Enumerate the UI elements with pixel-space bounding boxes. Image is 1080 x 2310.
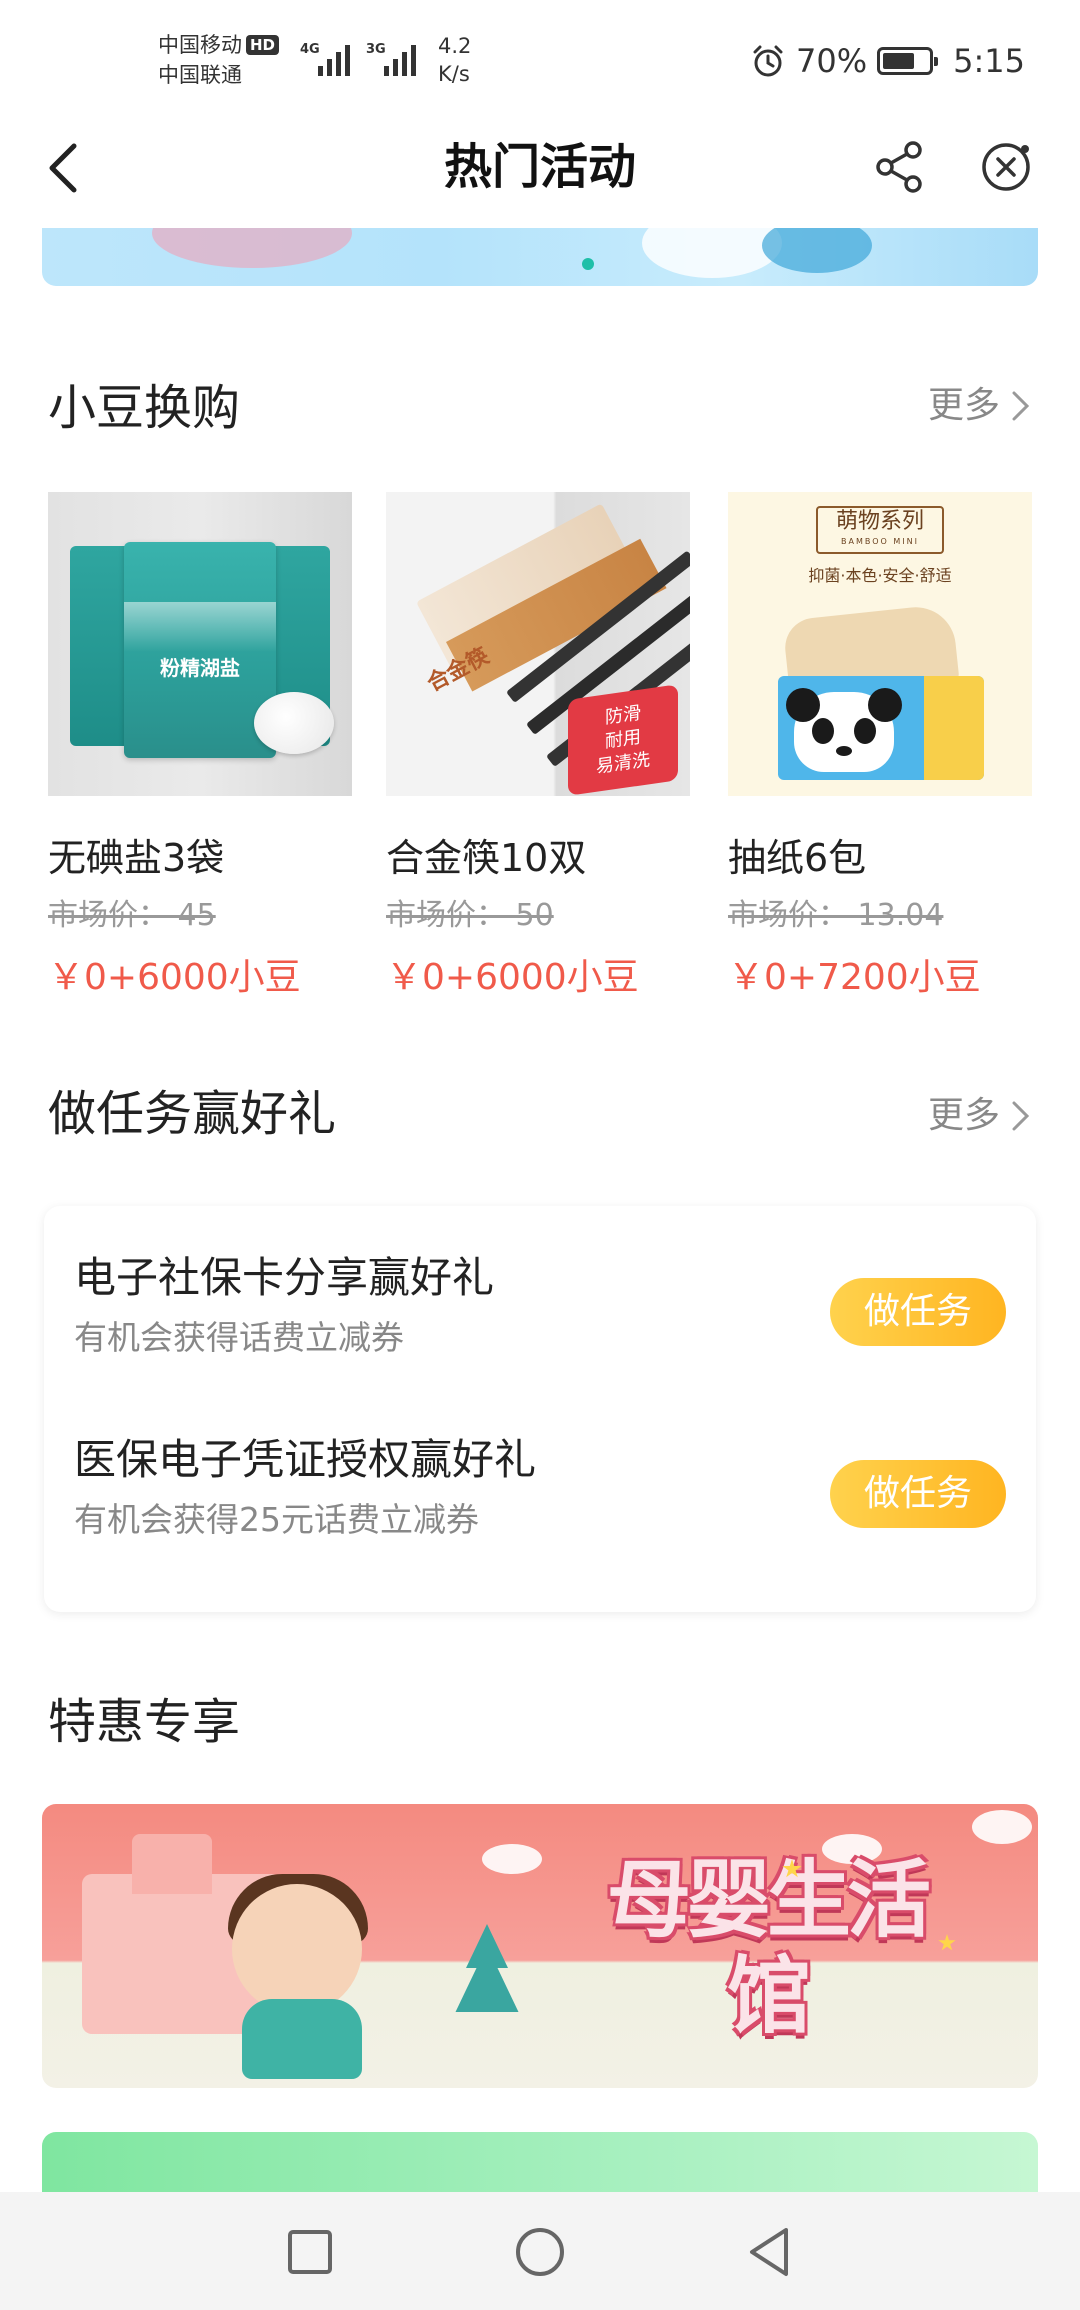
exchange-price: ￥0+6000小豆 — [48, 957, 301, 998]
product-image-tissue: 萌物系列 BAMBOO MINI 抑菌·本色·安全·舒适 — [728, 492, 1032, 796]
battery-percent: 70% — [796, 42, 868, 80]
product-name: 合金筷10双 — [386, 836, 587, 880]
section-title-points-exchange: 小豆换购 — [48, 380, 241, 436]
back-icon[interactable] — [742, 2224, 798, 2280]
product-name: 无碘盐3袋 — [48, 836, 225, 880]
top-banner[interactable] — [42, 228, 1038, 286]
title-bar: 热门活动 — [0, 115, 1080, 220]
product-card[interactable]: 粉精湖盐 无碘盐3袋 市场价： 45 ￥0+6000小豆 — [48, 492, 352, 1002]
promo-banner-maternal-baby[interactable]: 母婴生活馆 — [42, 1804, 1038, 2088]
clock: 5:15 — [953, 42, 1025, 80]
alarm-icon — [753, 45, 783, 77]
do-task-button[interactable]: 做任务 — [830, 1278, 1006, 1346]
product-image-chopsticks: 合金筷 防滑 耐用 易清洗 — [386, 492, 690, 796]
banner-indicator-dot — [582, 258, 594, 270]
product-card[interactable]: 萌物系列 BAMBOO MINI 抑菌·本色·安全·舒适 抽纸6包 市场价： 1… — [728, 492, 1032, 1002]
carrier-1: 中国移动 — [158, 33, 242, 57]
share-icon[interactable] — [870, 137, 930, 197]
next-promo-banner[interactable] — [42, 2132, 1038, 2192]
exchange-price: ￥0+7200小豆 — [728, 957, 981, 998]
hd-badge: HD — [246, 35, 280, 55]
task-item: 电子社保卡分享赢好礼 有机会获得话费立减券 做任务 — [74, 1250, 1006, 1360]
product-image-salt: 粉精湖盐 — [48, 492, 352, 796]
banner-text: 母婴生活馆 — [606, 1851, 931, 2045]
market-price: 市场价： 50 — [386, 898, 554, 933]
do-task-button[interactable]: 做任务 — [830, 1460, 1006, 1528]
more-link-tasks[interactable]: 更多 — [928, 1092, 1032, 1140]
exchange-price: ￥0+6000小豆 — [386, 957, 639, 998]
chevron-right-icon — [1012, 391, 1030, 421]
chevron-right-icon — [1012, 1101, 1030, 1131]
section-title-tasks: 做任务赢好礼 — [48, 1086, 337, 1142]
task-card: 电子社保卡分享赢好礼 有机会获得话费立减券 做任务 医保电子凭证授权赢好礼 有机… — [44, 1206, 1036, 1612]
battery-icon — [877, 47, 939, 75]
market-price: 市场价： 45 — [48, 898, 216, 933]
more-link-points-exchange[interactable]: 更多 — [928, 382, 1032, 430]
network-speed: 4.2 K/s — [438, 34, 472, 86]
market-price: 市场价： 13.04 — [728, 898, 944, 933]
system-navigation-bar — [0, 2192, 1080, 2310]
carrier-info: 中国移动 HD 中国联通 — [158, 30, 280, 90]
product-card[interactable]: 合金筷 防滑 耐用 易清洗 合金筷10双 市场价： 50 ￥0+6000小豆 — [386, 492, 690, 1002]
carrier-2: 中国联通 — [158, 63, 242, 87]
close-miniapp-icon[interactable] — [978, 139, 1034, 195]
status-bar: 中国移动 HD 中国联通 4G 3G 4.2 K/s 70% 5:15 — [0, 0, 1080, 115]
home-icon[interactable] — [512, 2224, 568, 2280]
product-name: 抽纸6包 — [728, 836, 867, 880]
system-tray: 70% 5:15 — [750, 42, 1025, 80]
task-item: 医保电子凭证授权赢好礼 有机会获得25元话费立减券 做任务 — [74, 1432, 1006, 1542]
recent-apps-icon[interactable] — [282, 2224, 338, 2280]
section-title-specials: 特惠专享 — [48, 1694, 241, 1750]
